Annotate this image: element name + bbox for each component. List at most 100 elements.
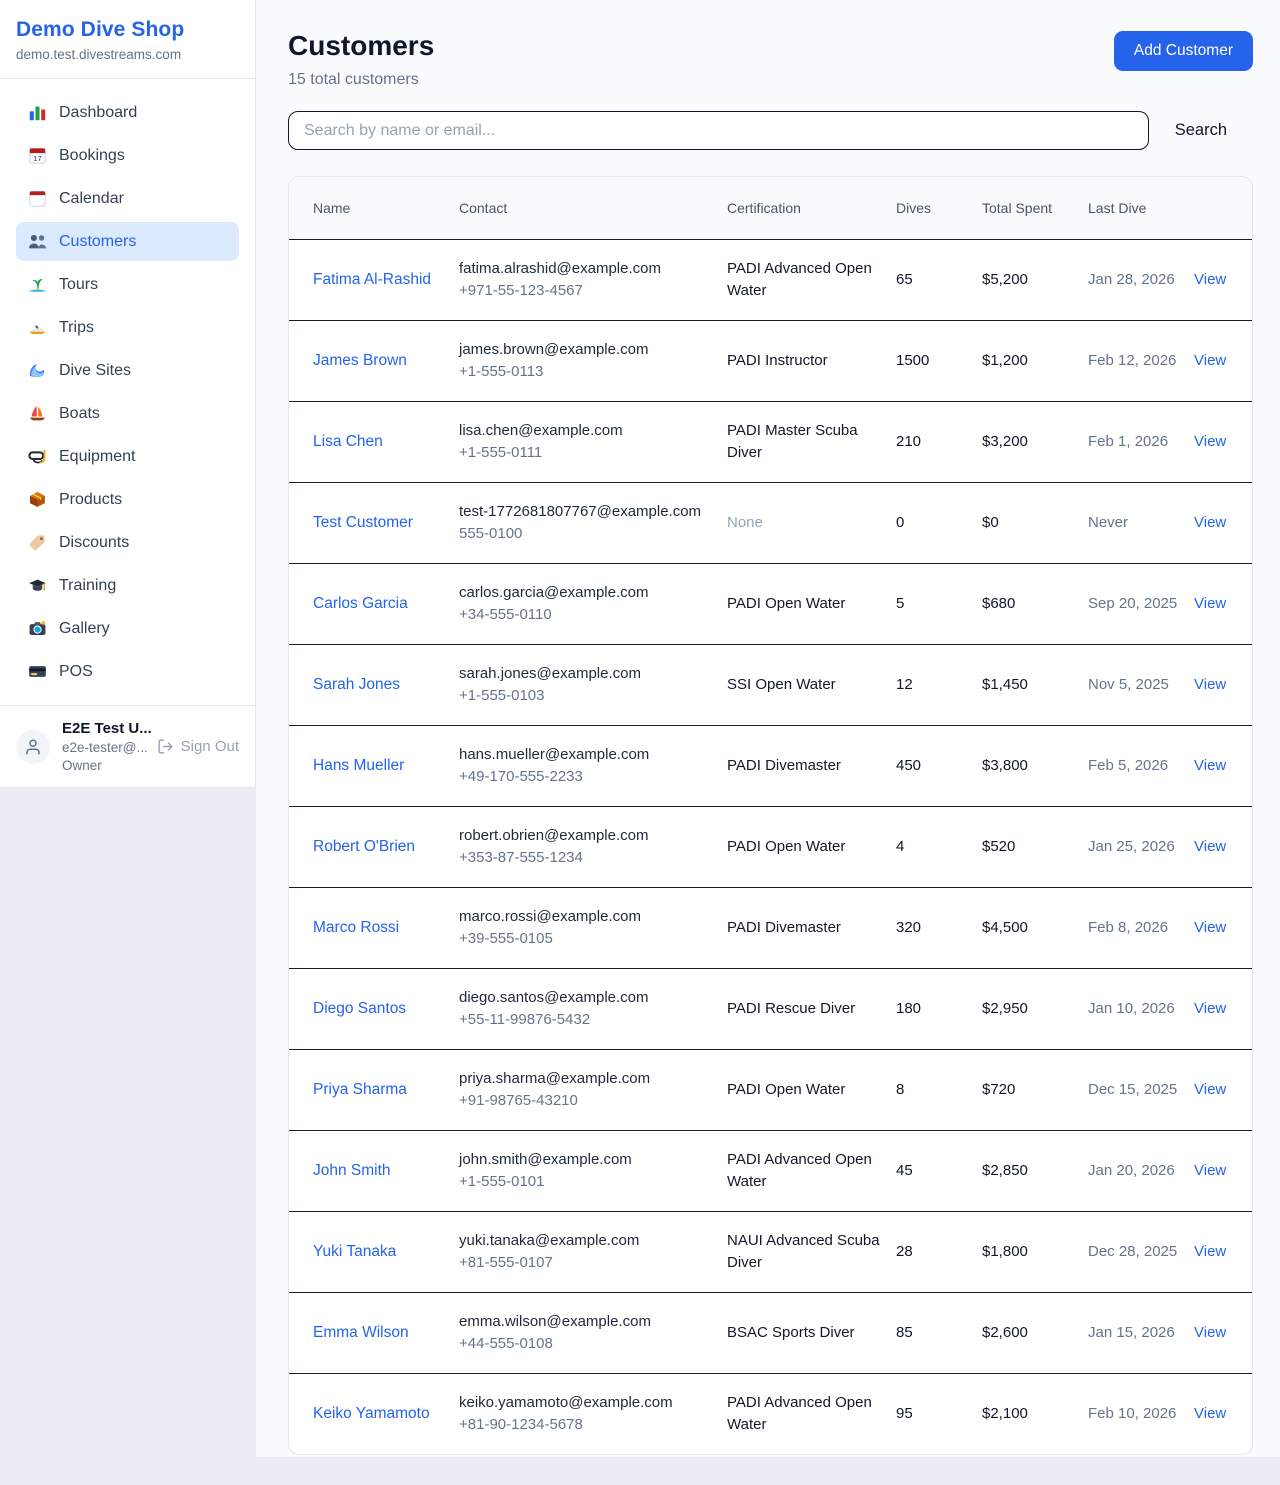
- view-customer-link[interactable]: View: [1194, 352, 1226, 369]
- customer-name-link[interactable]: Carlos Garcia: [313, 592, 408, 616]
- customer-dives: 450: [896, 725, 982, 806]
- customer-name-link[interactable]: Robert O'Brien: [313, 835, 415, 859]
- view-customer-link[interactable]: View: [1194, 1324, 1226, 1341]
- customer-name-link[interactable]: Test Customer: [313, 511, 413, 535]
- view-customer-link[interactable]: View: [1194, 676, 1226, 693]
- sidebar-item-trips[interactable]: Trips: [16, 308, 239, 347]
- sign-out-label: Sign Out: [181, 738, 239, 755]
- table-row: Priya Sharma priya.sharma@example.com+91-…: [289, 1049, 1252, 1130]
- customer-last-dive: Feb 12, 2026: [1088, 320, 1194, 401]
- view-customer-link[interactable]: View: [1194, 757, 1226, 774]
- customer-phone: +1-555-0101: [459, 1171, 711, 1193]
- sidebar-item-tours[interactable]: Tours: [16, 265, 239, 304]
- customer-last-dive: Jan 25, 2026: [1088, 806, 1194, 887]
- view-customer-link[interactable]: View: [1194, 595, 1226, 612]
- view-customer-link[interactable]: View: [1194, 514, 1226, 531]
- sidebar-item-discounts[interactable]: Discounts: [16, 523, 239, 562]
- sidebar-item-dive-sites[interactable]: Dive Sites: [16, 351, 239, 390]
- sidebar-item-label: Trips: [59, 319, 94, 337]
- customer-certification: NAUI Advanced Scuba Diver: [727, 1211, 896, 1292]
- shop-domain: demo.test.divestreams.com: [16, 47, 239, 62]
- sidebar-item-customers[interactable]: Customers: [16, 222, 239, 261]
- customer-total-spent: $1,450: [982, 644, 1088, 725]
- customer-certification: PADI Advanced Open Water: [727, 239, 896, 320]
- view-customer-link[interactable]: View: [1194, 271, 1226, 288]
- sidebar-item-products[interactable]: Products: [16, 480, 239, 519]
- customer-dives: 1500: [896, 320, 982, 401]
- customer-last-dive: Never: [1088, 482, 1194, 563]
- customer-email: fatima.alrashid@example.com: [459, 258, 711, 280]
- customer-name-link[interactable]: Lisa Chen: [313, 430, 383, 454]
- view-customer-link[interactable]: View: [1194, 1243, 1226, 1260]
- sidebar-item-gallery[interactable]: Gallery: [16, 609, 239, 648]
- view-customer-link[interactable]: View: [1194, 433, 1226, 450]
- customer-total-spent: $680: [982, 563, 1088, 644]
- sign-out-button[interactable]: Sign Out: [157, 738, 239, 755]
- table-row: Lisa Chenlisa.chen@example.com+1-555-011…: [289, 401, 1252, 482]
- customer-name-link[interactable]: Sarah Jones: [313, 673, 400, 697]
- customer-total-spent: $2,950: [982, 968, 1088, 1049]
- table-header: Name Contact Certification Dives Total S…: [289, 177, 1252, 239]
- sidebar-item-equipment[interactable]: Equipment: [16, 437, 239, 476]
- sidebar-item-pos[interactable]: POS: [16, 652, 239, 691]
- customer-email: priya.sharma@example.com: [459, 1068, 711, 1090]
- sidebar-item-training[interactable]: Training: [16, 566, 239, 605]
- table-row: John Smithjohn.smith@example.com+1-555-0…: [289, 1130, 1252, 1211]
- customer-last-dive: Jan 20, 2026: [1088, 1130, 1194, 1211]
- table-row: Yuki Tanakayuki.tanaka@example.com+81-55…: [289, 1211, 1252, 1292]
- search-button[interactable]: Search: [1149, 121, 1253, 140]
- sidebar-item-dashboard[interactable]: Dashboard: [16, 93, 239, 132]
- customer-name-link[interactable]: Emma Wilson: [313, 1321, 409, 1345]
- col-header-dives: Dives: [896, 177, 982, 239]
- table-row: Marco Rossimarco.rossi@example.com+39-55…: [289, 887, 1252, 968]
- customer-total-spent: $720: [982, 1049, 1088, 1130]
- customer-certification: PADI Open Water: [727, 1049, 896, 1130]
- sidebar-item-label: Training: [59, 577, 116, 595]
- view-customer-link[interactable]: View: [1194, 1000, 1226, 1017]
- customer-name-link[interactable]: Fatima Al-Rashid: [313, 268, 431, 292]
- customer-phone: +91-98765-43210: [459, 1090, 711, 1112]
- customer-name-link[interactable]: James Brown: [313, 349, 407, 373]
- sidebar-item-label: Boats: [59, 405, 100, 423]
- customer-total-spent: $2,600: [982, 1292, 1088, 1373]
- view-customer-link[interactable]: View: [1194, 1081, 1226, 1098]
- wave-icon: [28, 361, 47, 380]
- customer-email: lisa.chen@example.com: [459, 420, 711, 442]
- tag-icon: [28, 533, 47, 552]
- customer-name-link[interactable]: Hans Mueller: [313, 754, 404, 778]
- customer-phone: +34-555-0110: [459, 604, 711, 626]
- customer-last-dive: Feb 1, 2026: [1088, 401, 1194, 482]
- sidebar-item-label: Calendar: [59, 190, 124, 208]
- customer-phone: +81-90-1234-5678: [459, 1414, 711, 1436]
- customer-certification: PADI Master Scuba Diver: [727, 401, 896, 482]
- customer-certification: PADI Advanced Open Water: [727, 1130, 896, 1211]
- sidebar-item-boats[interactable]: Boats: [16, 394, 239, 433]
- customer-name-link[interactable]: Diego Santos: [313, 997, 406, 1021]
- customer-name-link[interactable]: Priya Sharma: [313, 1078, 407, 1102]
- customer-dives: 210: [896, 401, 982, 482]
- customer-total-spent: $3,800: [982, 725, 1088, 806]
- main-content: Customers 15 total customers Add Custome…: [256, 0, 1280, 1457]
- search-input[interactable]: [288, 111, 1149, 150]
- col-header-certification: Certification: [727, 177, 896, 239]
- customer-dives: 12: [896, 644, 982, 725]
- sidebar-item-label: Dive Sites: [59, 362, 131, 380]
- customer-name-link[interactable]: Marco Rossi: [313, 916, 399, 940]
- view-customer-link[interactable]: View: [1194, 919, 1226, 936]
- customer-name-link[interactable]: John Smith: [313, 1159, 391, 1183]
- table-row: Test Customertest-1772681807767@example.…: [289, 482, 1252, 563]
- island-icon: [28, 275, 47, 294]
- customer-email: carlos.garcia@example.com: [459, 582, 711, 604]
- view-customer-link[interactable]: View: [1194, 1162, 1226, 1179]
- sidebar-item-calendar[interactable]: Calendar: [16, 179, 239, 218]
- customer-name-link[interactable]: Keiko Yamamoto: [313, 1402, 430, 1426]
- view-customer-link[interactable]: View: [1194, 838, 1226, 855]
- add-customer-button[interactable]: Add Customer: [1114, 31, 1253, 71]
- svg-text:17: 17: [33, 154, 41, 163]
- sidebar-item-bookings[interactable]: 17Bookings: [16, 136, 239, 175]
- customer-email: hans.mueller@example.com: [459, 744, 711, 766]
- customer-total-spent: $3,200: [982, 401, 1088, 482]
- view-customer-link[interactable]: View: [1194, 1405, 1226, 1422]
- table-row: James Brownjames.brown@example.com+1-555…: [289, 320, 1252, 401]
- customer-name-link[interactable]: Yuki Tanaka: [313, 1240, 396, 1264]
